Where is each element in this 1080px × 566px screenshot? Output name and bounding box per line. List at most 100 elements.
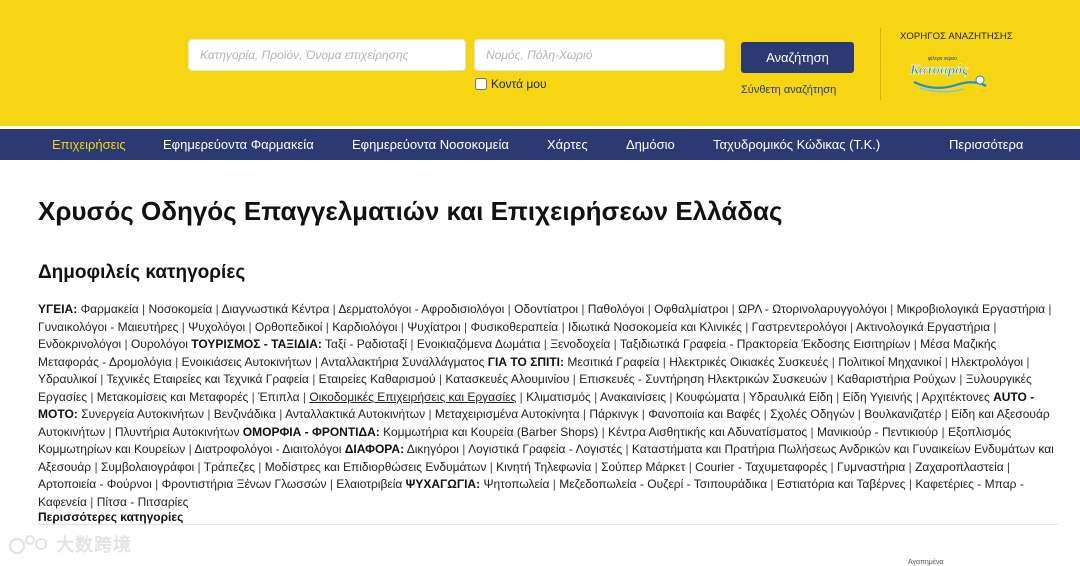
category-link[interactable]: Οδοντίατροι: [514, 302, 578, 316]
separator: |: [540, 337, 551, 351]
sponsor-logo[interactable]: φίλτρο νερού Κατσαρός: [906, 48, 992, 94]
category-link[interactable]: Τεχνικές Εταιρείες και Τεχνικά Γραφεία: [106, 372, 308, 386]
category-group-heading: ΔΙΑΦΟΡΑ:: [344, 442, 405, 456]
category-link[interactable]: Ψυχολόγοι: [188, 320, 245, 334]
separator: |: [326, 477, 337, 491]
category-link[interactable]: Ανταλλακτικά Αυτοκινήτων: [285, 407, 425, 421]
category-link[interactable]: Πολιτικοί Μηχανικοί: [838, 355, 941, 369]
category-link[interactable]: Σούπερ Μάρκετ: [601, 460, 685, 474]
category-link[interactable]: Ανακαινίσεις: [600, 390, 666, 404]
category-link[interactable]: Κομμωτήρια και Κουρεία (Barber Shops): [383, 425, 598, 439]
category-link[interactable]: Νοσοκομεία: [149, 302, 213, 316]
category-link[interactable]: Καρδιολόγοι: [332, 320, 397, 334]
category-link[interactable]: Διατροφολόγοι - Διαιτολόγοι: [194, 442, 341, 456]
category-link[interactable]: Παθολόγοι: [588, 302, 645, 316]
nav-item-more[interactable]: Περισσότερα: [949, 129, 1023, 160]
category-link[interactable]: Μοδίστρες και Επιδιορθώσεις Ενδυμάτων: [265, 460, 487, 474]
nav-item-postal-codes[interactable]: Ταχυδρομικός Κώδικας (Τ.Κ.): [713, 129, 880, 160]
category-link[interactable]: Μεζεδοπωλεία - Ουζερί - Τσιπουράδικα: [559, 477, 767, 491]
category-link[interactable]: Ψυχίατροι: [407, 320, 460, 334]
category-link[interactable]: Οικοδομικές Επιχειρήσεις και Εργασίες: [309, 390, 516, 404]
category-link[interactable]: Μανικιούρ - Πεντικιούρ: [817, 425, 938, 439]
category-link[interactable]: Κινητή Τηλεφωνία: [496, 460, 591, 474]
category-link[interactable]: Ιδιωτικά Νοσοκομεία και Κλινικές: [568, 320, 742, 334]
nav-item-pharmacies[interactable]: Εφημερεύοντα Φαρμακεία: [163, 129, 314, 160]
category-link[interactable]: Εταιρείες Καθαρισμού: [319, 372, 436, 386]
category-link[interactable]: Ψητοπωλεία: [483, 477, 549, 491]
separator: |: [955, 372, 966, 386]
category-link[interactable]: Μετακομίσεις και Μεταφορές: [97, 390, 249, 404]
category-link[interactable]: Ηλεκτρολόγοι: [951, 355, 1023, 369]
category-link[interactable]: Φυσικοθεραπεία: [470, 320, 558, 334]
category-link[interactable]: Βενζινάδικα: [214, 407, 276, 421]
category-link[interactable]: Ταξί - Ραδιοταξί: [325, 337, 407, 351]
category-link[interactable]: Μεσιτικά Γραφεία: [567, 355, 659, 369]
category-link[interactable]: Πλυντήρια Αυτοκινήτων: [115, 425, 240, 439]
category-link[interactable]: Courier - Ταχυμεταφορές: [695, 460, 827, 474]
category-link[interactable]: Ζαχαροπλαστεία: [915, 460, 1004, 474]
category-link[interactable]: Κουφώματα: [676, 390, 740, 404]
category-link[interactable]: Γαστρεντερολόγοι: [752, 320, 847, 334]
category-link[interactable]: Διαγνωστικά Κέντρα: [221, 302, 329, 316]
category-link[interactable]: Φροντιστήρια Ξένων Γλωσσών: [162, 477, 327, 491]
category-link[interactable]: Υδραυλικοί: [38, 372, 97, 386]
category-link[interactable]: Αρτοποιεία - Φούρνοι: [38, 477, 152, 491]
nav-item-businesses[interactable]: Επιχειρήσεις: [52, 129, 126, 160]
category-link[interactable]: Πίτσα - Πιτσαρίες: [97, 495, 189, 509]
search-button[interactable]: Αναζήτηση: [741, 42, 854, 73]
popular-categories-list: ΥΓΕΙΑ: Φαρμακεία | Νοσοκομεία | Διαγνωστ…: [38, 301, 1058, 511]
separator: |: [938, 424, 948, 439]
category-link[interactable]: Γυναικολόγοι - Μαιευτήρες: [38, 320, 178, 334]
category-link[interactable]: Αρχιτέκτονες: [921, 390, 989, 404]
category-link[interactable]: Ξενοδοχεία: [550, 337, 610, 351]
category-link[interactable]: Ηλεκτρικές Οικιακές Συσκευές: [669, 355, 828, 369]
nav-item-maps[interactable]: Χάρτες: [547, 129, 588, 160]
category-link[interactable]: Λογιστικά Γραφεία - Λογιστές: [468, 442, 622, 456]
category-link[interactable]: Ταξιδιωτικά Γραφεία - Πρακτορεία Έκδοσης…: [620, 337, 910, 351]
category-link[interactable]: Κατασκευές Αλουμινίου: [445, 372, 569, 386]
more-categories-link[interactable]: Περισσότερες κατηγορίες: [38, 510, 183, 524]
advanced-search-link[interactable]: Σύνθετη αναζήτηση: [741, 84, 836, 96]
category-link[interactable]: Συνεργεία Αυτοκινήτων: [81, 407, 204, 421]
nearby-checkbox[interactable]: [475, 78, 487, 90]
category-link[interactable]: Δικηγόροι: [407, 442, 459, 456]
category-link[interactable]: Έπιπλα: [258, 390, 299, 404]
category-link[interactable]: Μικροβιολογικά Εργαστήρια: [897, 302, 1045, 316]
nav-item-public[interactable]: Δημόσιο: [626, 129, 675, 160]
category-link[interactable]: Τράπεζες: [204, 460, 255, 474]
category-link[interactable]: Ανταλλακτήρια Συναλλάγματος: [321, 355, 485, 369]
category-link[interactable]: Ορθοπεδικοί: [255, 320, 323, 334]
category-link[interactable]: Βουλκανιζατέρ: [864, 407, 941, 421]
category-link[interactable]: Ακτινολογικά Εργαστήρια: [856, 320, 990, 334]
category-link[interactable]: Επισκευές - Συντήρηση Ηλεκτρικών Συσκευώ…: [579, 372, 827, 386]
category-link[interactable]: Συμβολαιογράφοι: [101, 460, 194, 474]
separator: |: [739, 389, 750, 404]
separator: |: [638, 407, 649, 421]
category-link[interactable]: Φανοποιία και Βαφές: [648, 407, 760, 421]
category-link[interactable]: Κέντρα Αισθητικής και Αδυνατίσματος: [608, 425, 807, 439]
category-link[interactable]: Φαρμακεία: [81, 302, 139, 316]
category-link[interactable]: Κλιματισμός: [526, 390, 591, 404]
category-link[interactable]: Ελαιοτριβεία: [336, 477, 402, 491]
category-link[interactable]: Πάρκινγκ: [589, 407, 638, 421]
nav-item-hospitals[interactable]: Εφημερεύοντα Νοσοκομεία: [352, 129, 509, 160]
what-search-input[interactable]: [188, 39, 466, 71]
category-link[interactable]: Ενοικιάσεις Αυτοκινήτων: [182, 355, 312, 369]
category-link[interactable]: Καθαριστήρια Ρούχων: [837, 372, 956, 386]
category-link[interactable]: Οφθαλμίατροι: [654, 302, 728, 316]
where-search-input[interactable]: [474, 39, 725, 71]
category-link[interactable]: Γυμναστήρια: [837, 460, 905, 474]
category-link[interactable]: Εστιατόρια και Ταβέρνες: [777, 477, 906, 491]
separator: |: [886, 302, 897, 316]
nearby-toggle[interactable]: Κοντά μου: [475, 77, 547, 91]
category-link[interactable]: Μεταχειρισμένα Αυτοκίνητα: [435, 407, 580, 421]
category-link[interactable]: ΩΡΛ - Ωτορινολαρυγγολόγοι: [738, 302, 887, 316]
category-link[interactable]: Ουρολόγοι: [131, 337, 188, 351]
category-link[interactable]: Σχολές Οδηγών: [770, 407, 854, 421]
category-link[interactable]: Είδη Υγιεινής: [843, 390, 913, 404]
category-link[interactable]: Δερματολόγοι - Αφροδισιολόγοι: [338, 302, 504, 316]
category-link[interactable]: Ενοικιαζόμενα Δωμάτια: [417, 337, 541, 351]
separator: |: [622, 442, 632, 456]
category-link[interactable]: Υδραυλικά Είδη: [749, 390, 833, 404]
category-link[interactable]: Ενδοκρινολόγοι: [38, 337, 121, 351]
